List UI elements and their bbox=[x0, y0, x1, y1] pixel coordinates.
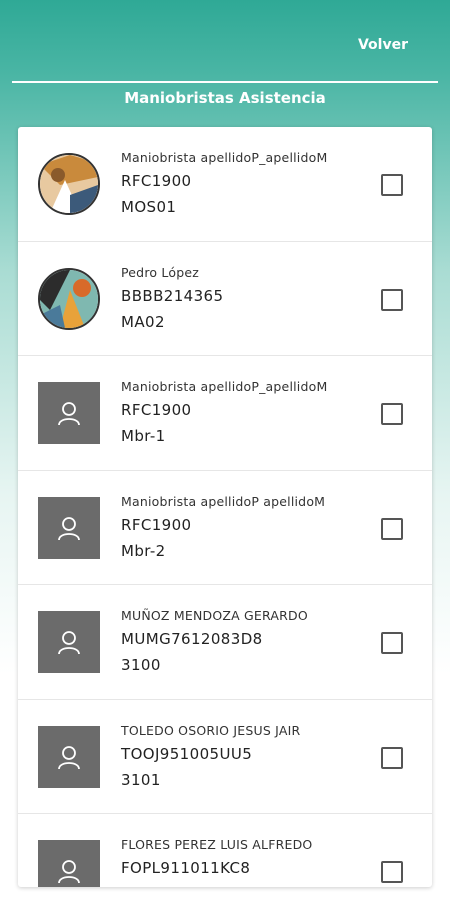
user-icon bbox=[58, 631, 80, 655]
avatar-placeholder bbox=[38, 382, 100, 444]
worker-code: MA02 bbox=[121, 312, 165, 331]
worker-rfc: MUMG7612083D8 bbox=[121, 630, 263, 648]
worker-name: MUÑOZ MENDOZA GERARDO bbox=[121, 608, 308, 623]
worker-rfc: BBBB214365 bbox=[121, 286, 224, 305]
maniobristas-list: Maniobrista apellidoP_apellidoM RFC1900 … bbox=[18, 127, 432, 887]
attendance-checkbox[interactable] bbox=[381, 174, 403, 196]
worker-rfc: FOPL911011KC8 bbox=[121, 859, 251, 877]
avatar-placeholder bbox=[38, 496, 100, 559]
user-icon bbox=[58, 516, 80, 540]
list-item[interactable]: Maniobrista apellidoP_apellidoM RFC1900 … bbox=[18, 356, 432, 471]
avatar-placeholder bbox=[38, 725, 100, 788]
app-header: Volver bbox=[0, 0, 450, 82]
worker-name: Pedro López bbox=[121, 264, 199, 280]
attendance-checkbox[interactable] bbox=[381, 632, 403, 654]
worker-name: Maniobrista apellidoP apellidoM bbox=[121, 493, 326, 509]
list-item[interactable]: FLORES PEREZ LUIS ALFREDO FOPL911011KC8 bbox=[18, 814, 432, 887]
avatar-placeholder bbox=[38, 611, 100, 673]
worker-name: FLORES PEREZ LUIS ALFREDO bbox=[121, 837, 313, 852]
attendance-checkbox[interactable] bbox=[381, 517, 403, 540]
worker-code: MOS01 bbox=[121, 198, 177, 216]
worker-rfc: RFC1900 bbox=[121, 172, 192, 190]
worker-code: Mbr-1 bbox=[121, 427, 166, 445]
user-icon bbox=[58, 860, 80, 884]
worker-rfc: RFC1900 bbox=[121, 401, 192, 419]
worker-name: Maniobrista apellidoP_apellidoM bbox=[121, 150, 328, 165]
attendance-checkbox[interactable] bbox=[381, 403, 403, 425]
worker-code: Mbr-2 bbox=[121, 541, 166, 560]
list-item[interactable]: Pedro López BBBB214365 MA02 bbox=[18, 242, 432, 356]
list-item[interactable]: Maniobrista apellidoP_apellidoM RFC1900 … bbox=[18, 127, 432, 242]
list-item[interactable]: Maniobrista apellidoP apellidoM RFC1900 … bbox=[18, 471, 432, 585]
worker-name: Maniobrista apellidoP_apellidoM bbox=[121, 379, 328, 394]
avatar-photo bbox=[38, 267, 100, 330]
avatar-photo bbox=[38, 153, 100, 215]
page-title: Maniobristas Asistencia bbox=[124, 89, 326, 107]
worker-rfc: RFC1900 bbox=[121, 515, 192, 534]
user-icon bbox=[58, 745, 80, 769]
attendance-checkbox[interactable] bbox=[381, 288, 403, 311]
user-icon bbox=[58, 402, 80, 426]
list-item[interactable]: MUÑOZ MENDOZA GERARDO MUMG7612083D8 3100 bbox=[18, 585, 432, 700]
worker-rfc: TOOJ951005UU5 bbox=[121, 744, 253, 763]
worker-code: 3100 bbox=[121, 656, 161, 674]
avatar-placeholder bbox=[38, 840, 100, 887]
header-divider bbox=[12, 81, 438, 83]
list-item[interactable]: TOLEDO OSORIO JESUS JAIR TOOJ951005UU5 3… bbox=[18, 700, 432, 814]
worker-name: TOLEDO OSORIO JESUS JAIR bbox=[121, 722, 301, 738]
back-button[interactable]: Volver bbox=[358, 37, 408, 53]
attendance-checkbox[interactable] bbox=[381, 861, 403, 883]
attendance-checkbox[interactable] bbox=[381, 746, 403, 769]
worker-code: 3101 bbox=[121, 770, 161, 789]
